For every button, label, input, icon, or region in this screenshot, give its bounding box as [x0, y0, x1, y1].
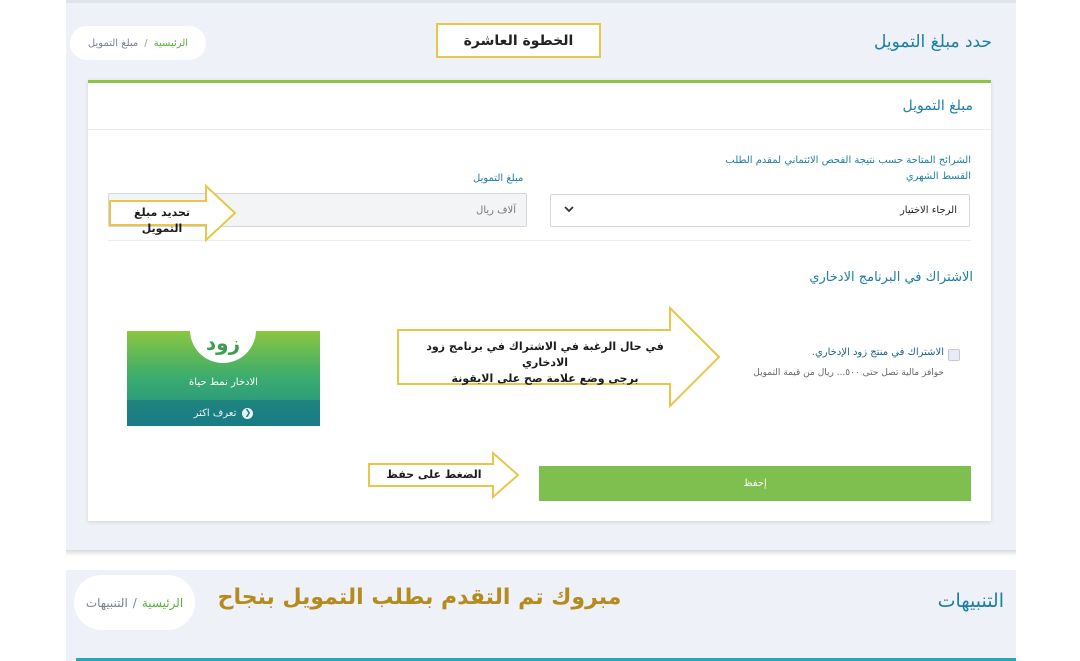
breadcrumb-home-link[interactable]: الرئيسية — [154, 38, 188, 49]
congrats-message: مبروك تم التقدم بطلب التمويل بنجاح — [217, 585, 622, 610]
annotation-savings-text: في حال الرغبة في الاشتراك في برنامج زود … — [402, 339, 688, 387]
annotation-arrow-savings: في حال الرغبة في الاشتراك في برنامج زود … — [396, 306, 722, 408]
alerts-breadcrumb: الرئيسية / التنبيهات — [74, 575, 195, 630]
amount-input-placeholder: آلاف ريال — [476, 204, 516, 216]
zood-learn-more-link[interactable]: ❮ تعرف اكثر — [127, 400, 320, 426]
alerts-breadcrumb-separator: / — [132, 595, 137, 610]
alerts-breadcrumb-home-link[interactable]: الرئيسية — [142, 596, 183, 610]
card-header: مبلغ التمويل — [88, 83, 991, 130]
tier-select[interactable]: الرجاء الاختيار — [550, 194, 970, 227]
amount-label: مبلغ التمويل — [473, 173, 524, 184]
zood-banner[interactable]: زود الادخار نمط حياة ❮ تعرف اكثر — [127, 323, 320, 426]
annotation-arrow-save: الضغط على حفظ — [367, 451, 521, 499]
annotation-press-save: الضغط على حفظ — [386, 468, 482, 481]
save-button[interactable]: إحفظ — [539, 466, 971, 501]
zood-logo: زود — [190, 323, 256, 363]
card-title: مبلغ التمويل — [902, 98, 973, 114]
zood-learn-more-label: تعرف اكثر — [193, 407, 237, 419]
savings-incentive-text: حوافز مالية تصل حتى ٥٠٠... ريال من قيمة … — [753, 368, 944, 378]
arrow-left-icon: ❮ — [242, 407, 254, 419]
annotation-savings-line2: برجى وضع علامة صح على الايقونة — [451, 372, 639, 385]
zood-tagline: الادخار نمط حياة — [189, 377, 258, 388]
annotation-arrow-amount: تحديد مبلغ التمويل — [108, 184, 238, 242]
alerts-title: التنبيهات — [937, 590, 1004, 612]
savings-checkbox[interactable] — [948, 349, 960, 361]
financing-amount-card: مبلغ التمويل الشرائح المتاحة حسب نتيجة ا… — [88, 80, 991, 521]
savings-checkbox-label: الاشتراك في منتج زود الإدخاري. — [811, 347, 944, 358]
annotation-savings-line1: في حال الرغبة في الاشتراك في برنامج زود … — [426, 340, 664, 369]
breadcrumb-separator: / — [144, 37, 148, 49]
page-title: حدد مبلغ التمويل — [874, 32, 992, 52]
alerts-breadcrumb-current: التنبيهات — [85, 595, 128, 610]
step-label: الخطوة العاشرة — [436, 23, 601, 58]
tier-label: الشرائح المتاحة حسب نتيجة الفحص الائتمان… — [671, 153, 971, 185]
tier-select-value: الرجاء الاختيار — [899, 205, 957, 216]
breadcrumb: الرئيسية / مبلغ التمويل — [70, 26, 206, 60]
savings-section-title: الاشتراك في البرنامج الادخاري — [809, 270, 973, 285]
chevron-down-icon — [563, 203, 575, 219]
alerts-panel — [66, 570, 1016, 661]
tier-label-line2: القسط الشهري — [905, 171, 971, 182]
annotation-set-amount: تحديد مبلغ التمويل — [133, 206, 191, 235]
breadcrumb-current: مبلغ التمويل — [87, 37, 139, 49]
tier-label-line1: الشرائح المتاحة حسب نتيجة الفحص الائتمان… — [725, 155, 971, 166]
